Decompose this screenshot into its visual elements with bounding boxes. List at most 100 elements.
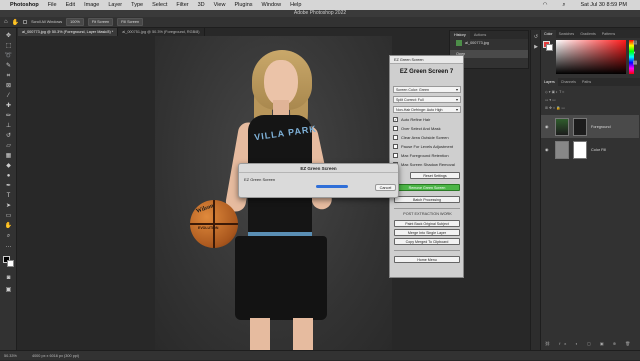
cancel-button[interactable]: Cancel (375, 184, 396, 191)
tab-layers[interactable]: Layers (541, 78, 558, 86)
datetime[interactable]: Sat Jul 30 8:59 PM (581, 2, 627, 8)
menu-3d[interactable]: 3D (198, 2, 205, 8)
batch-processing-button[interactable]: Batch Processing (394, 196, 460, 203)
menu-image[interactable]: Image (84, 2, 99, 8)
stamp-tool-icon[interactable]: ⊥ (4, 122, 13, 131)
fit-screen-button[interactable]: Fit Screen (87, 18, 114, 26)
menu-help[interactable]: Help (290, 2, 301, 8)
tab-patterns[interactable]: Patterns (599, 30, 618, 38)
layer-name[interactable]: Foreground (591, 125, 611, 129)
layer-actions-bar[interactable]: ⛓ fx ◐ ▢ ▣ ⊕ 🗑 (541, 340, 639, 348)
fill-screen-button[interactable]: Fill Screen (117, 18, 144, 26)
menu-filter[interactable]: Filter (176, 2, 188, 8)
color-background-swatch[interactable] (546, 44, 553, 51)
tab-history[interactable]: History (450, 31, 470, 39)
menu-select[interactable]: Select (152, 2, 167, 8)
screen-mode-icon[interactable]: ▣ (4, 286, 13, 295)
color-picker-field[interactable] (556, 40, 626, 74)
auto-refine-hair-checkbox[interactable]: ✓ Auto Refine Hair (393, 117, 430, 122)
hand-tool-icon[interactable]: ✋ (12, 19, 19, 26)
select-and-mask-checkbox[interactable]: Over Select And Mask (393, 126, 441, 131)
blur-tool-icon[interactable]: ◆ (4, 162, 13, 171)
adjustments-icon[interactable]: ◐ (632, 50, 638, 56)
menu-layer[interactable]: Layer (108, 2, 122, 8)
pause-levels-checkbox[interactable]: Pause For Levels Adjustment (393, 144, 453, 149)
clear-outside-checkbox[interactable]: Clear Area Outside Screen (393, 135, 449, 140)
brush-tool-icon[interactable]: ✏ (4, 112, 13, 121)
path-select-tool-icon[interactable]: ➤ (4, 202, 13, 211)
lock-fill-row[interactable]: ⊞ ✥ ⌗ 🔒 ▭ (541, 104, 639, 112)
layer-kind-filter[interactable]: ◇ ▾ ▣ ◐ T ⌗ (541, 88, 639, 96)
type-tool-icon[interactable]: T (4, 192, 13, 201)
menu-type[interactable]: Type (131, 2, 143, 8)
tab-gradients[interactable]: Gradients (577, 30, 599, 38)
rectangle-tool-icon[interactable]: ▭ (4, 212, 13, 221)
dodge-tool-icon[interactable]: ● (4, 172, 13, 181)
crop-tool-icon[interactable]: ⌗ (4, 72, 13, 81)
frame-tool-icon[interactable]: ⊠ (4, 82, 13, 91)
home-icon[interactable]: ⌂ (4, 19, 8, 25)
checkbox[interactable] (393, 144, 398, 149)
quick-select-tool-icon[interactable]: ✎ (4, 62, 13, 71)
menu-window[interactable]: Window (262, 2, 282, 8)
move-tool-icon[interactable]: ✥ (4, 32, 13, 41)
zoom-tool-icon[interactable]: ⌕ (4, 232, 13, 241)
menu-plugins[interactable]: Plugins (234, 2, 252, 8)
menu-photoshop[interactable]: Photoshop (10, 2, 39, 8)
max-shadow-checkbox[interactable]: Max Screen Shadow Removal (393, 162, 455, 167)
layer-mask-thumbnail[interactable] (573, 117, 587, 136)
doc-tab-active[interactable]: al_000773.jpg @ 50.3% (Foreground, Layer… (18, 28, 119, 36)
lasso-tool-icon[interactable]: ➰ (4, 52, 13, 61)
pen-tool-icon[interactable]: ✒ (4, 182, 13, 191)
checkbox-checked[interactable]: ✓ (393, 117, 398, 122)
merge-layer-button[interactable]: Merge Into Single Layer (394, 229, 460, 236)
layer-mask-thumbnail[interactable] (573, 140, 587, 159)
zoom-100-button[interactable]: 100% (66, 18, 84, 26)
gradient-tool-icon[interactable]: ▦ (4, 152, 13, 161)
actions-icon[interactable]: ▶ (533, 44, 539, 50)
defringe-select[interactable]: Non-Hair Defringe: Auto High (393, 106, 461, 113)
zoom-level[interactable]: 50.33% (4, 354, 17, 358)
checkbox[interactable] (393, 126, 398, 131)
scroll-all-checkbox[interactable] (23, 20, 28, 24)
more-tools-icon[interactable]: … (4, 242, 13, 251)
tab-paths[interactable]: Paths (579, 78, 594, 86)
copy-merged-button[interactable]: Copy Merged To Clipboard (394, 238, 460, 245)
layer-name[interactable]: Color Fill (591, 148, 606, 152)
menu-file[interactable]: File (48, 2, 57, 8)
libraries-icon[interactable]: ▦ (632, 60, 638, 66)
screen-color-select[interactable]: Screen Color: Green (393, 86, 461, 93)
tab-actions[interactable]: Actions (470, 31, 490, 39)
history-icon[interactable]: ↺ (533, 34, 539, 40)
eraser-tool-icon[interactable]: ▱ (4, 142, 13, 151)
history-brush-tool-icon[interactable]: ↺ (4, 132, 13, 141)
search-icon[interactable]: ⌕ (562, 2, 565, 9)
healing-tool-icon[interactable]: ✚ (4, 102, 13, 111)
reset-settings-button[interactable]: Reset Settings (410, 172, 460, 179)
checkbox[interactable] (393, 135, 398, 140)
remove-green-screen-button[interactable]: Remove Green Screen (394, 184, 460, 191)
tab-channels[interactable]: Channels (558, 78, 579, 86)
tab-swatches[interactable]: Swatches (556, 30, 578, 38)
checkbox[interactable] (393, 153, 398, 158)
eye-icon[interactable]: ◉ (545, 147, 551, 152)
properties-icon[interactable]: ▤ (632, 40, 638, 46)
tab-color[interactable]: Color (541, 30, 556, 38)
menu-edit[interactable]: Edit (66, 2, 75, 8)
history-snapshot[interactable]: al_000773.jpg (450, 39, 528, 47)
hand-icon[interactable]: ✋ (4, 222, 13, 231)
quick-mask-icon[interactable]: ◙ (4, 274, 13, 283)
home-menu-button[interactable]: Home Menu (394, 256, 460, 263)
split-correct-select[interactable]: Split Correct: Full (393, 96, 461, 103)
marquee-tool-icon[interactable]: ⬚ (4, 42, 13, 51)
paint-back-button[interactable]: Paint Back Original Subject (394, 220, 460, 227)
background-color-swatch[interactable] (7, 260, 14, 267)
blend-opacity-row[interactable]: ▭ ▾ ▭ (541, 96, 639, 104)
layer-row[interactable]: ◉ Foreground (541, 115, 639, 138)
menu-view[interactable]: View (214, 2, 226, 8)
max-foreground-checkbox[interactable]: Max Foreground Retention (393, 153, 449, 158)
wifi-icon[interactable]: ◠ (543, 2, 548, 8)
doc-tab[interactable]: al_000751.jpg @ 50.3% (Foreground, RGB/8… (118, 28, 205, 36)
eye-icon[interactable]: ◉ (545, 124, 551, 129)
layer-row[interactable]: ◉ Color Fill (541, 138, 639, 161)
